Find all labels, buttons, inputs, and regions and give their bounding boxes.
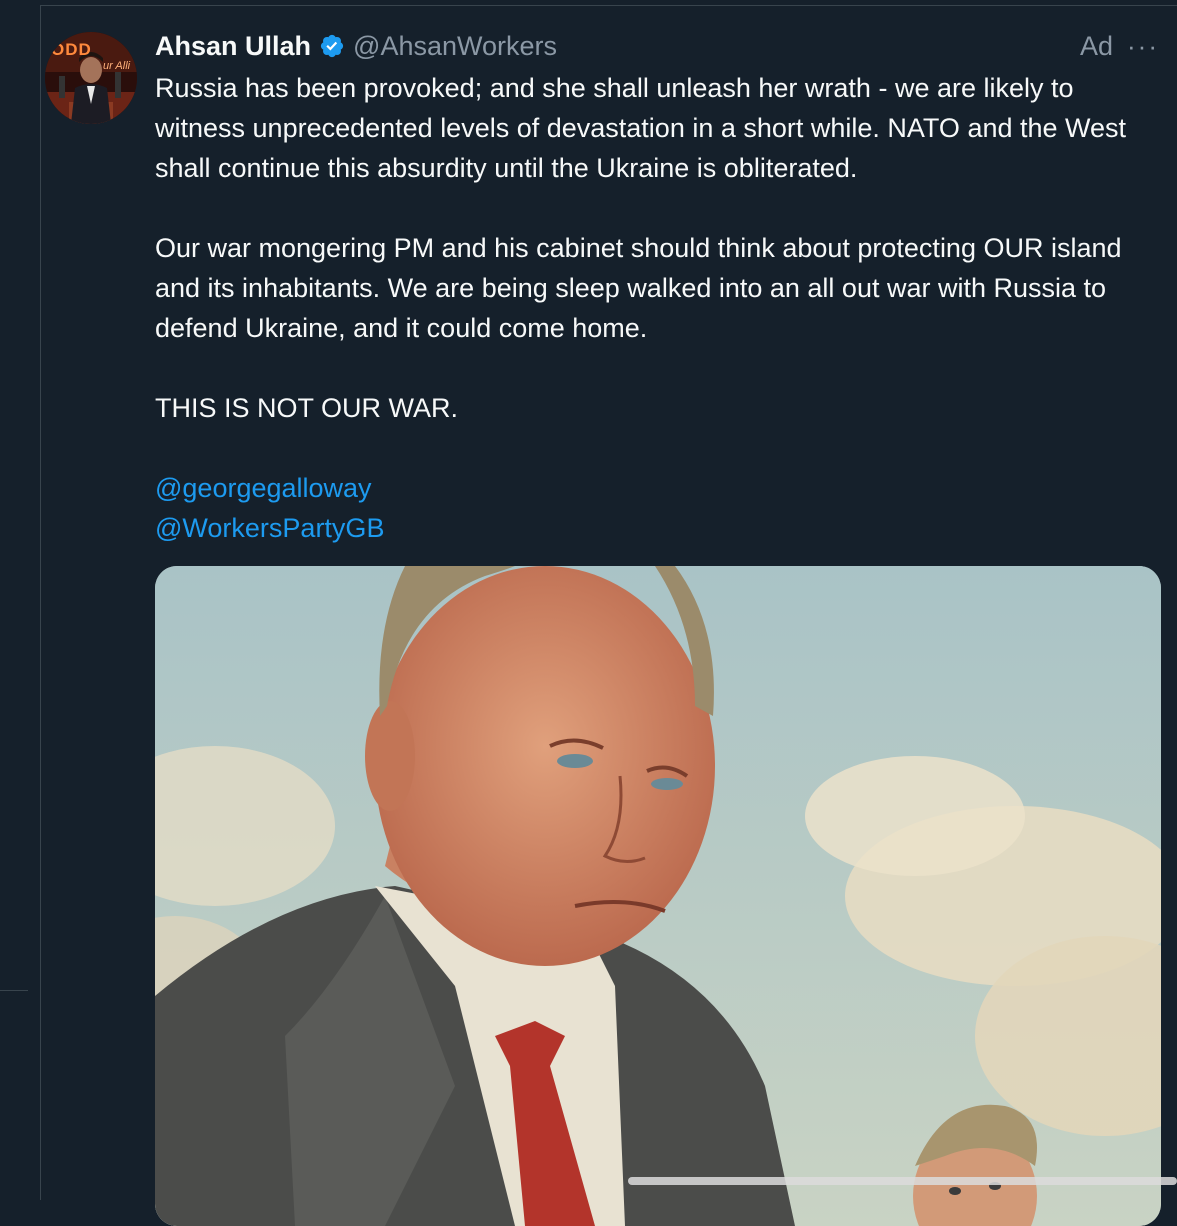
verified-badge-icon[interactable] [319, 33, 345, 59]
post-header: Ahsan Ullah @AhsanWorkers Ad ··· [155, 28, 1159, 64]
post-text: Russia has been provoked; and she shall … [155, 68, 1165, 548]
avatar[interactable]: ODD ur Alli [45, 32, 137, 124]
mention-workerspartygb[interactable]: @WorkersPartyGB [155, 508, 1165, 548]
illustration [155, 566, 1161, 1226]
sidebar-divider [0, 990, 28, 991]
ad-label: Ad [1079, 30, 1114, 61]
mention-georgegalloway[interactable]: @georgegalloway [155, 468, 1165, 508]
author-name[interactable]: Ahsan Ullah [155, 31, 311, 62]
author-handle[interactable]: @AhsanWorkers [353, 31, 557, 62]
ad-post[interactable]: ODD ur Alli Ahsan Ullah @AhsanWorkers Ad… [40, 6, 1177, 1226]
post-image[interactable] [155, 566, 1161, 1226]
post-paragraph-2: Our war mongering PM and his cabinet sho… [155, 233, 1122, 343]
more-options-icon[interactable]: ··· [1127, 33, 1159, 59]
post-paragraph-1: Russia has been provoked; and she shall … [155, 73, 1127, 183]
mentions: @georgegalloway @WorkersPartyGB [155, 468, 1165, 548]
avatar-logo-text: ODD [51, 40, 92, 59]
horizontal-scrollbar[interactable] [628, 1177, 1177, 1185]
avatar-logo-subtext: ur Alli [103, 60, 131, 72]
post-paragraph-3: THIS IS NOT OUR WAR. [155, 393, 459, 423]
